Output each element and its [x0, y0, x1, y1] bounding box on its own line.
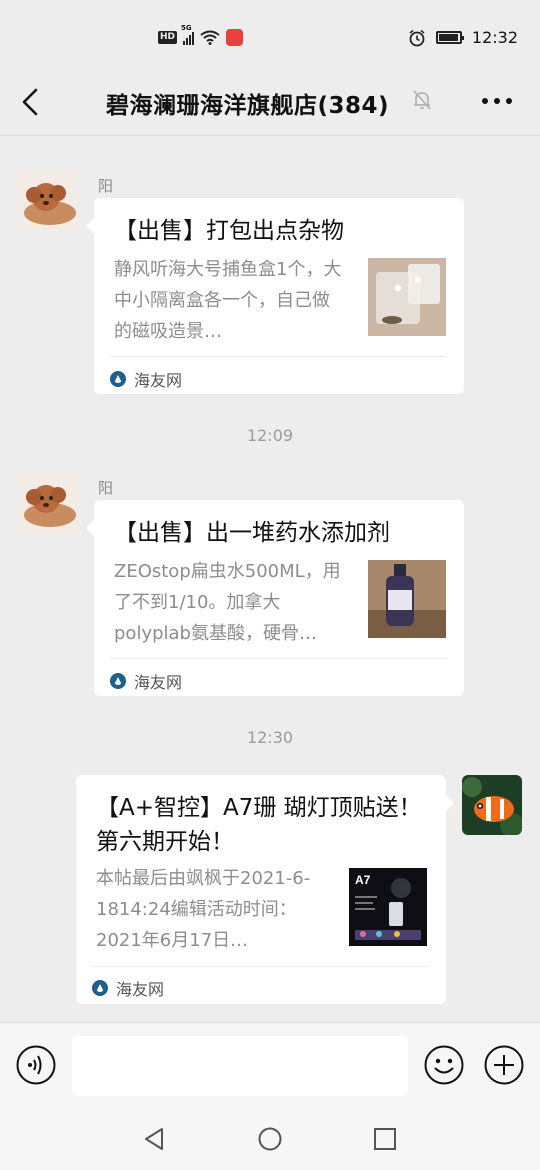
signal-icon: 5G — [181, 24, 195, 45]
nav-home-icon[interactable] — [257, 1126, 283, 1152]
avatar[interactable] — [18, 473, 78, 533]
status-icons-right: 12:32 — [408, 28, 518, 47]
link-card[interactable]: 【A+智控】A7珊 瑚灯顶贴送！第六期开始！ 本帖最后由飒枫于2021-6-18… — [76, 775, 454, 1004]
back-arrow-icon[interactable] — [14, 84, 50, 120]
wifi-icon — [200, 30, 220, 45]
source-logo-icon — [110, 371, 126, 387]
card-title: 【出售】出一堆药水添加剂 — [114, 520, 390, 546]
timestamp: 12:09 — [246, 426, 294, 445]
card-thumbnail — [368, 560, 446, 638]
more-dots-icon[interactable] — [478, 88, 516, 114]
thumb-label: A7 — [355, 873, 371, 887]
source-name: 海友网 — [134, 673, 183, 692]
source-logo-icon — [110, 673, 126, 689]
alarm-icon — [409, 29, 425, 46]
emoji-icon[interactable] — [424, 1045, 464, 1085]
card-divider — [110, 356, 446, 357]
card-divider — [92, 966, 428, 967]
card-divider — [110, 658, 446, 659]
card-source: 海友网 — [110, 367, 182, 391]
card-description: 静风听海大号捕鱼盒1个，大中小隔离盒各一个，自己做的磁吸造景… — [114, 259, 342, 342]
chat-header: 碧海澜珊海洋旗舰店(384) — [0, 70, 540, 136]
link-card[interactable]: 【出售】出一堆药水添加剂 ZEOstop扁虫水500ML，用了不到1/10。加拿… — [86, 500, 464, 696]
link-card[interactable]: 【出售】打包出点杂物 静风听海大号捕鱼盒1个，大中小隔离盒各一个，自己做的磁吸造… — [86, 198, 464, 394]
nav-recents-icon[interactable] — [372, 1126, 398, 1152]
battery-icon — [435, 31, 464, 44]
bell-off-icon — [413, 90, 431, 110]
plus-icon[interactable] — [484, 1045, 524, 1085]
status-bar: HD 5G 12:32 — [0, 0, 540, 70]
app-notification-icon — [226, 29, 244, 46]
card-description: 本帖最后由飒枫于2021-6-1814:24编辑活动时间：2021年6月17日… — [96, 868, 311, 951]
my-avatar[interactable] — [462, 775, 522, 835]
hd-badge: HD — [158, 31, 178, 44]
avatar[interactable] — [18, 171, 78, 231]
sender-name: 阳 — [98, 177, 114, 195]
status-time: 12:32 — [471, 28, 518, 47]
status-icons-left: HD 5G — [158, 24, 244, 46]
card-source: 海友网 — [110, 669, 182, 693]
card-title: 【出售】打包出点杂物 — [114, 218, 344, 244]
source-logo-icon — [92, 980, 108, 996]
sender-name: 阳 — [98, 479, 114, 497]
message-input[interactable] — [72, 1036, 408, 1096]
source-name: 海友网 — [134, 371, 183, 390]
card-source: 海友网 — [92, 976, 164, 1000]
card-thumbnail — [368, 258, 446, 336]
system-nav-bar — [0, 1108, 540, 1170]
timestamp: 12:30 — [246, 728, 294, 747]
source-name: 海友网 — [116, 980, 165, 999]
card-title: 【A+智控】A7珊 瑚灯顶贴送！第六期开始！ — [96, 795, 422, 855]
input-bar — [0, 1022, 540, 1108]
card-description: ZEOstop扁虫水500ML，用了不到1/10。加拿大polyplab氨基酸，… — [114, 561, 341, 644]
voice-icon[interactable] — [16, 1045, 56, 1085]
card-thumbnail: A7 — [349, 868, 427, 946]
nav-back-icon[interactable] — [142, 1126, 168, 1152]
chat-title: 碧海澜珊海洋旗舰店(384) — [106, 93, 390, 119]
